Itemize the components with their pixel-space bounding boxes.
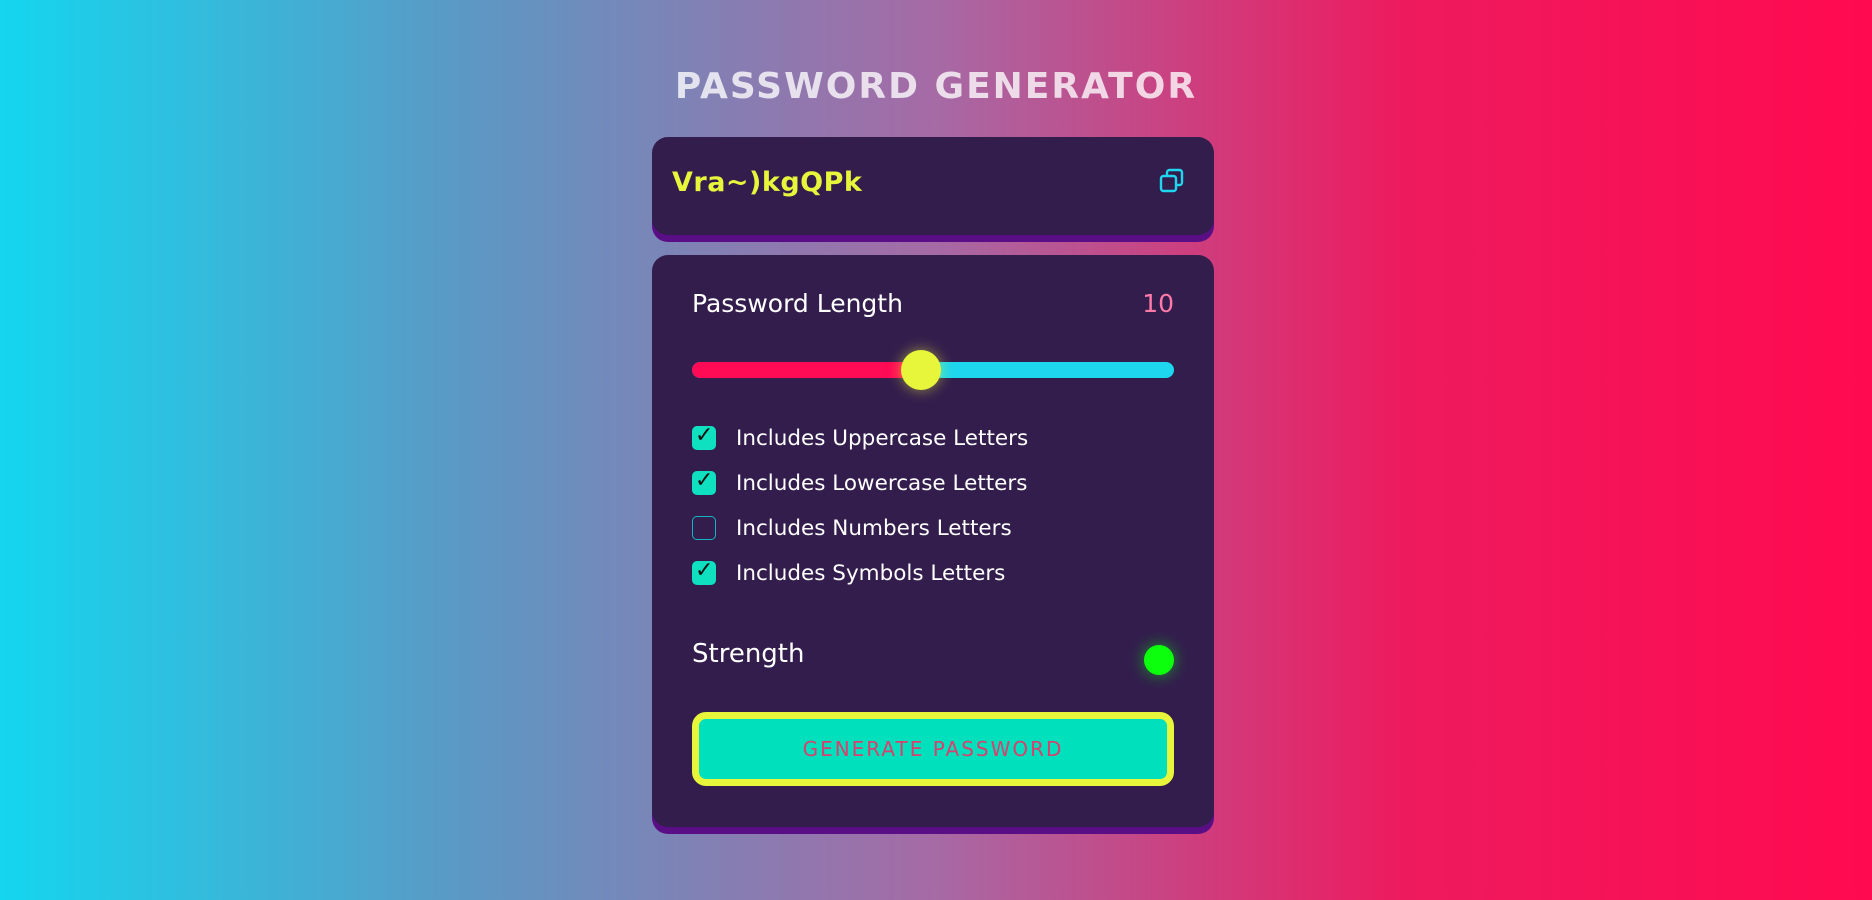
numbers-checkbox[interactable]	[692, 516, 716, 540]
uppercase-checkbox[interactable]: ✓	[692, 423, 716, 450]
option-numbers[interactable]: Includes Numbers Letters	[692, 514, 1012, 542]
length-label: Password Length	[692, 289, 903, 318]
length-value: 10	[1142, 289, 1174, 318]
strength-label: Strength	[692, 639, 805, 669]
length-slider-thumb[interactable]	[900, 350, 941, 390]
copy-icon[interactable]	[1158, 167, 1186, 195]
strength-indicator	[1144, 645, 1174, 675]
settings-panel: Password Length 10 ✓ Includes Uppercase …	[652, 255, 1214, 827]
length-slider[interactable]	[692, 350, 1174, 390]
lowercase-checkbox[interactable]: ✓	[692, 468, 716, 495]
generate-button-label: GENERATE PASSWORD	[802, 737, 1064, 761]
length-slider-fill	[692, 362, 921, 378]
option-uppercase[interactable]: ✓ Includes Uppercase Letters	[692, 423, 1029, 452]
symbols-checkbox[interactable]: ✓	[692, 558, 716, 585]
password-output-box: Vra~)kgQPk	[652, 137, 1214, 235]
generate-password-button[interactable]: GENERATE PASSWORD	[692, 712, 1174, 786]
option-symbols[interactable]: ✓ Includes Symbols Letters	[692, 558, 1006, 587]
option-label: Includes Numbers Letters	[736, 515, 1012, 541]
option-label: Includes Symbols Letters	[736, 560, 1006, 586]
option-lowercase[interactable]: ✓ Includes Lowercase Letters	[692, 468, 1028, 497]
page-title: PASSWORD GENERATOR	[674, 66, 1198, 107]
option-label: Includes Uppercase Letters	[736, 425, 1029, 451]
option-label: Includes Lowercase Letters	[736, 470, 1028, 496]
password-output: Vra~)kgQPk	[672, 167, 863, 198]
